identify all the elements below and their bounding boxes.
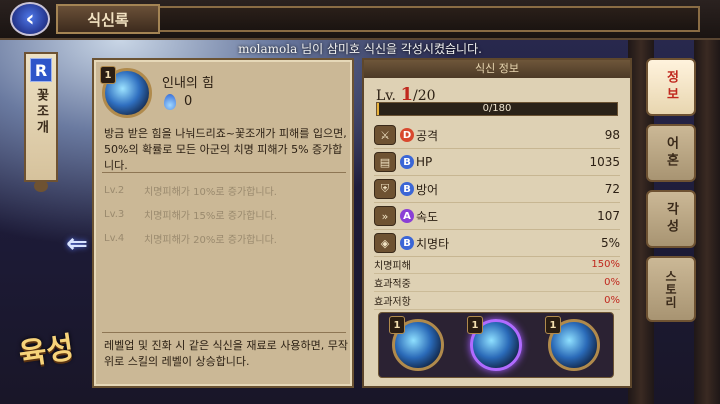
character-name: 꽃조개 xyxy=(33,88,49,136)
stat-value: 1035 xyxy=(589,155,620,169)
tab-soul[interactable]: 어혼 xyxy=(646,124,696,182)
upgrade-level: Lv.3 xyxy=(104,208,125,220)
tab-awaken[interactable]: 각성 xyxy=(646,190,696,248)
upgrade-level: Lv.2 xyxy=(104,184,125,196)
skill-cost: 0 xyxy=(184,94,193,109)
stat-value: 98 xyxy=(604,128,620,142)
sub-stat-name: 치명피해 xyxy=(374,261,411,272)
divider xyxy=(102,332,346,333)
sub-stat-name: 효과저항 xyxy=(374,297,411,308)
shield-icon: ⛨ xyxy=(374,179,396,199)
stat-row-crit: ◈ B 치명타 5% xyxy=(374,230,620,257)
grade-badge: B xyxy=(400,182,414,196)
stat-row-attack: ⚔ D 공격 98 xyxy=(374,122,620,149)
stat-name: 치명타 xyxy=(416,236,450,251)
skill-upgrade-list: Lv.2 치명피해가 10%로 증가합니다. Lv.3 치명피해가 15%로 증… xyxy=(104,178,348,250)
skill-slot-1[interactable]: 1 xyxy=(389,316,444,371)
stat-name: 공격 xyxy=(416,128,439,143)
back-button[interactable]: ‹ xyxy=(10,2,50,36)
skill-level-badge: 1 xyxy=(389,316,405,334)
sub-stat-name: 효과적중 xyxy=(374,279,411,290)
growth-button[interactable]: 육성 xyxy=(1,307,90,389)
stat-row-speed: » A 속도 107 xyxy=(374,203,620,230)
previous-arrow-icon[interactable]: ⇐ xyxy=(60,229,94,259)
skill-detail-panel: 1 인내의 힘 0 방금 받은 힘을 나눠드리죠~꽃조개가 피해를 입으면, 5… xyxy=(92,58,354,388)
system-notice: molamola 님이 삼미호 식신을 각성시켰습니다. xyxy=(238,42,482,56)
stat-name: 속도 xyxy=(416,209,439,224)
rank-badge: R xyxy=(30,58,52,82)
skill-level-badge: 1 xyxy=(467,316,483,334)
skill-description: 방금 받은 힘을 나눠드리죠~꽃조개가 피해를 입으면, 50%의 확률로 모든… xyxy=(104,127,347,172)
skill-slot-bar: 1 1 1 xyxy=(378,312,614,378)
upgrade-text: 치명피해가 15%로 증가합니다. xyxy=(144,210,277,222)
grade-badge: A xyxy=(400,209,414,223)
sub-stat-value: 150% xyxy=(591,259,620,270)
tassel-ornament xyxy=(34,180,48,192)
stat-row-defense: ⛨ B 방어 72 xyxy=(374,176,620,203)
background-pillar xyxy=(694,30,720,404)
skill-slot-3[interactable]: 1 xyxy=(545,316,600,371)
xp-text: 0/180 xyxy=(482,103,512,114)
skill-footer-note: 레벨업 및 진화 시 같은 식신을 재료로 사용하면, 무작위로 스킬의 레벨이… xyxy=(104,339,348,368)
sword-icon: ⚔ xyxy=(374,125,396,145)
upgrade-level: Lv.4 xyxy=(104,232,125,244)
shikigami-info-panel: 식신 정보 Lv. 1/20 0/180 ⚔ D 공격 98 ▤ B HP 10… xyxy=(362,58,632,388)
stat-value: 72 xyxy=(604,182,620,196)
sub-stat-row: 효과적중 0% xyxy=(374,274,620,292)
grade-badge: D xyxy=(400,128,414,142)
sub-stat-row: 효과저항 0% xyxy=(374,292,620,310)
stat-value: 107 xyxy=(597,209,620,223)
grade-badge: B xyxy=(400,236,414,250)
list-item: Lv.4 치명피해가 20%로 증가합니다. xyxy=(104,226,348,250)
xp-bar: 0/180 xyxy=(376,102,618,116)
sub-stat-value: 0% xyxy=(604,295,620,306)
upgrade-text: 치명피해가 20%로 증가합니다. xyxy=(144,234,277,246)
top-bar: ‹ 식신록 xyxy=(0,0,720,40)
upgrade-text: 치명피해가 10%로 증가합니다. xyxy=(144,186,277,198)
sub-stat-value: 0% xyxy=(604,277,620,288)
chevron-left-icon: ‹ xyxy=(25,6,35,32)
tab-info[interactable]: 정보 xyxy=(646,58,696,116)
stat-value: 5% xyxy=(600,236,620,250)
stat-list: ⚔ D 공격 98 ▤ B HP 1035 ⛨ B 방어 72 » A 속도 1… xyxy=(374,122,620,257)
soul-fire-icon xyxy=(164,94,176,110)
stat-row-hp: ▤ B HP 1035 xyxy=(374,149,620,176)
page-title: 식신록 xyxy=(56,4,160,34)
boot-icon: » xyxy=(374,206,396,226)
skill-slot-2[interactable]: 1 xyxy=(467,316,522,371)
list-item: Lv.2 치명피해가 10%로 증가합니다. xyxy=(104,178,348,202)
title-rail xyxy=(160,6,700,32)
divider xyxy=(102,172,346,173)
skill-name: 인내의 힘 xyxy=(162,76,214,91)
character-card[interactable]: R 꽃조개 xyxy=(24,52,58,182)
grade-badge: B xyxy=(400,155,414,169)
skill-level-badge: 1 xyxy=(545,316,561,334)
stat-name: HP xyxy=(416,155,433,169)
sub-stat-row: 치명피해 150% xyxy=(374,256,620,274)
sub-stat-list: 치명피해 150% 효과적중 0% 효과저항 0% xyxy=(374,256,620,310)
stat-name: 방어 xyxy=(416,182,439,197)
tab-story[interactable]: 스토리 xyxy=(646,256,696,322)
scroll-icon: ▤ xyxy=(374,152,396,172)
crit-icon: ◈ xyxy=(374,233,396,253)
list-item: Lv.3 치명피해가 15%로 증가합니다. xyxy=(104,202,348,226)
info-panel-header: 식신 정보 xyxy=(364,60,630,78)
skill-level-badge: 1 xyxy=(100,66,116,84)
